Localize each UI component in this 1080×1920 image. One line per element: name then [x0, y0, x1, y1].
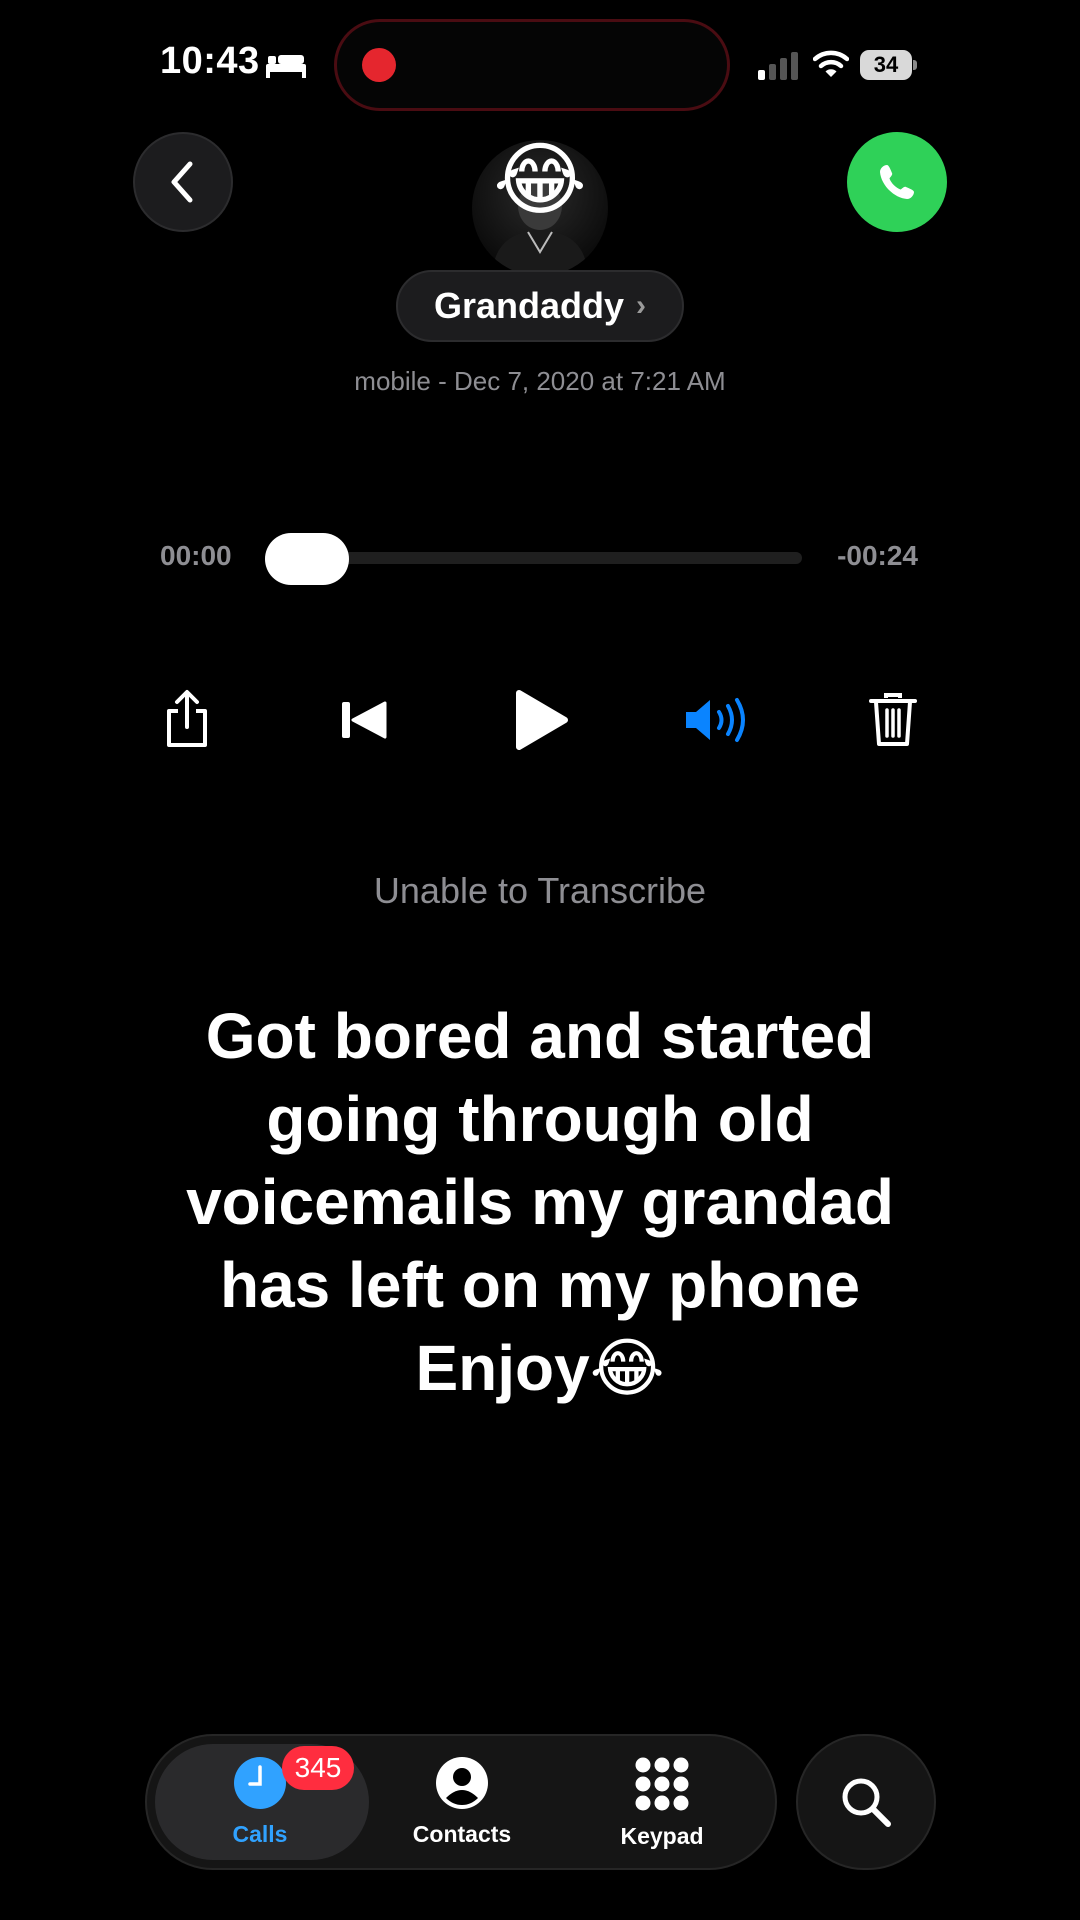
caption-line: Got bored and started: [205, 1000, 875, 1072]
contact-name-pill[interactable]: Grandaddy ›: [396, 270, 684, 342]
play-icon: [516, 690, 568, 750]
share-button[interactable]: [147, 680, 227, 760]
back-button[interactable]: [133, 132, 233, 232]
cellular-signal-icon: [758, 52, 798, 80]
speaker-icon: [686, 698, 745, 742]
recording-dot-icon: [362, 48, 396, 82]
search-button[interactable]: [796, 1734, 936, 1870]
caption-line: Enjoy😂: [415, 1332, 665, 1404]
wifi-icon: [813, 50, 849, 77]
elapsed-time: 00:00: [160, 540, 232, 571]
rewind-button[interactable]: [324, 680, 404, 760]
share-icon: [167, 690, 207, 747]
delete-button[interactable]: [853, 680, 933, 760]
caption-line: has left on my phone: [219, 1249, 861, 1321]
keypad-icon: [635, 1757, 689, 1811]
search-icon: [842, 1778, 891, 1827]
caption-line: going through old: [266, 1083, 814, 1155]
play-button[interactable]: [501, 680, 581, 760]
call-button[interactable]: [847, 132, 947, 232]
tab-calls-label: Calls: [232, 1821, 288, 1847]
chevron-left-icon: [171, 161, 193, 203]
caption-text: Got bored and started going through old …: [140, 995, 940, 1410]
person-circle-icon: [436, 1757, 488, 1809]
calls-badge: 345: [282, 1746, 354, 1790]
caption-line: voicemails my grandad: [186, 1166, 894, 1238]
phone-icon: [880, 165, 914, 199]
clock-icon: [234, 1757, 286, 1809]
avatar-emoji: 😂: [493, 135, 587, 224]
status-time: 10:43: [160, 40, 260, 82]
trash-icon: [869, 693, 917, 746]
battery-icon: 34: [860, 50, 918, 80]
chevron-right-icon: ›: [636, 289, 647, 322]
tab-contacts[interactable]: Contacts: [362, 1756, 562, 1848]
call-subtitle: mobile - Dec 7, 2020 at 7:21 AM: [354, 366, 726, 396]
tab-keypad[interactable]: Keypad: [562, 1756, 762, 1850]
speaker-button[interactable]: [678, 680, 758, 760]
transcription-status: Unable to Transcribe: [373, 870, 707, 911]
scrubber-thumb[interactable]: [265, 533, 349, 585]
rewind-icon: [342, 701, 387, 739]
tab-keypad-label: Keypad: [620, 1823, 704, 1849]
tab-contacts-label: Contacts: [412, 1821, 512, 1847]
bed-icon: [266, 55, 306, 78]
battery-level: 34: [860, 50, 912, 80]
contact-name: Grandaddy: [433, 285, 625, 326]
remaining-time: -00:24: [837, 540, 918, 571]
